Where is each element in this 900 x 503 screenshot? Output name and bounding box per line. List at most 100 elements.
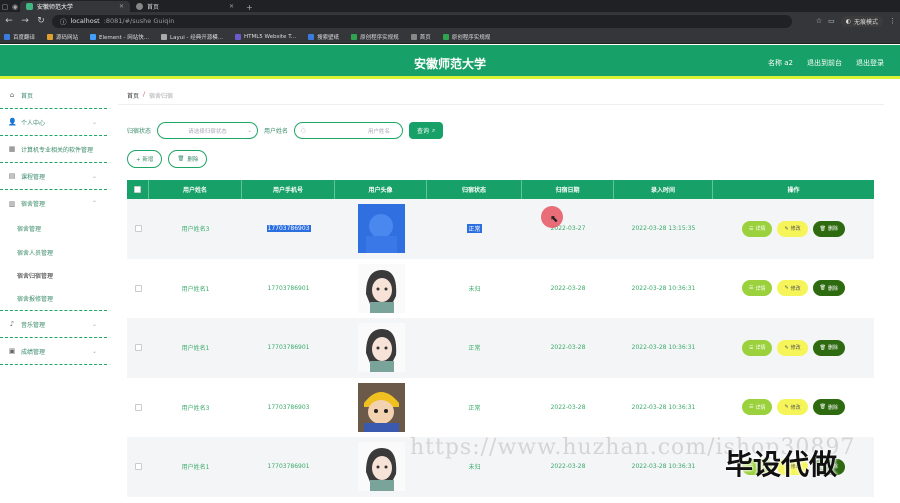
delete-button[interactable]: 🗑 删除	[812, 339, 846, 356]
query-button[interactable]: 查询 ⌕	[409, 122, 444, 139]
sidebar-subitem-dorm-members[interactable]: 宿舍人员管理	[0, 241, 107, 265]
cell-status: 正常	[427, 378, 522, 438]
incognito-badge[interactable]: ◐ 无痕模式	[840, 15, 883, 27]
table-row[interactable]: 用户姓名1 17703786901 未归 2022-03-28 2022-03-28 1…	[127, 258, 874, 319]
column-header: 用户头像	[335, 180, 427, 199]
created-time-text: 2022-03-28 10:36:31	[631, 463, 696, 471]
select-all-checkbox[interactable]	[134, 186, 141, 193]
sidebar-subitem-dorm-return[interactable]: 宿舍归宿管理	[0, 264, 107, 288]
detail-button[interactable]: ☰ 详情	[741, 280, 773, 297]
sidebar-item-dorm[interactable]: ▥ 宿舍管理 ⌃	[0, 190, 107, 217]
bookmark-item[interactable]: 百度翻译	[4, 33, 35, 41]
edit-button[interactable]: ✎ 修改	[777, 280, 808, 297]
edit-button[interactable]: ✎ 修改	[777, 220, 808, 237]
delete-button-label: 删除	[828, 226, 839, 233]
created-time-text: 2022-03-28 13:15:35	[631, 225, 696, 233]
star-icon[interactable]: ☆	[816, 17, 822, 25]
delete-button[interactable]: 🗑 删除	[812, 220, 846, 237]
reload-icon[interactable]: ↻	[36, 16, 46, 26]
browser-tab[interactable]: 首页 ✕	[130, 1, 240, 12]
user-phone-text: 17703786901	[267, 463, 310, 471]
row-checkbox[interactable]	[134, 463, 142, 471]
cell-avatar	[335, 378, 427, 438]
sidebar-item-profile[interactable]: 👤 个人中心 ⌄	[0, 109, 107, 136]
add-button[interactable]: + 新增	[127, 150, 163, 168]
bookmark-label: 百度翻译	[13, 34, 36, 41]
table-row[interactable]: 用户姓名3 17703786903 正常 2022-03-28 2022-03-28 1…	[127, 377, 874, 438]
bookmark-item[interactable]: 首页	[410, 33, 431, 41]
grid-icon: ▦	[8, 145, 16, 153]
sidebar-item-home[interactable]: ⌂ 首页	[0, 82, 107, 109]
status-select[interactable]: 请选择归宿状态 ⌄	[157, 122, 259, 139]
close-tab-icon[interactable]: ✕	[229, 3, 234, 10]
detail-button[interactable]: ☰ 详情	[741, 399, 773, 416]
row-checkbox[interactable]	[134, 403, 142, 411]
logout-link[interactable]: 退出登录	[856, 58, 884, 68]
bookmark-item[interactable]: 原创程序实规规	[442, 33, 490, 41]
breadcrumb-current: 宿舍归宿	[149, 93, 174, 100]
table-header: 用户姓名 用户手机号 用户头像 归宿状态 归宿日期 录入时间 操作	[127, 180, 874, 199]
table-row[interactable]: 用户姓名1 17703786901 正常 2022-03-28 2022-03-28 1…	[127, 318, 874, 378]
cell-date: 2022-03-27	[522, 199, 614, 259]
delete-button[interactable]: 🗑 删除	[812, 399, 846, 416]
close-tab-icon[interactable]: ✕	[119, 3, 124, 10]
forward-icon[interactable]: →	[20, 16, 30, 26]
return-date-text: 2022-03-28	[550, 463, 586, 471]
bookmark-item[interactable]: 原创程序实规规	[351, 33, 399, 41]
sidebar-item-music[interactable]: ♪ 音乐管理 ⌄	[0, 311, 107, 338]
tab-search-icon[interactable]: ▢	[0, 2, 10, 12]
add-button-label: + 新增	[136, 157, 154, 163]
user-phone-text: 17703786903	[267, 403, 310, 411]
browser-tab-active[interactable]: 安徽师范大学 ✕	[20, 1, 130, 12]
cell-name: 用户姓名1	[149, 318, 242, 378]
bookmark-icon	[410, 33, 417, 40]
row-checkbox-cell	[127, 437, 149, 497]
breadcrumb-home[interactable]: 首页	[127, 91, 139, 100]
search-icon: ⌕	[432, 126, 436, 134]
pencil-icon: ✎	[784, 285, 789, 292]
chevron-down-icon: ⌄	[91, 118, 97, 126]
back-icon[interactable]: ←	[4, 16, 14, 26]
name-search-input[interactable]: ○ 用户姓名	[294, 122, 404, 139]
sidebar-item-course[interactable]: ▤ 课程管理 ⌄	[0, 163, 107, 190]
back-to-front-link[interactable]: 退出到前台	[807, 58, 842, 68]
edit-button[interactable]: ✎ 修改	[777, 399, 808, 416]
new-tab-icon[interactable]: +	[240, 3, 259, 12]
user-phone-text: 17703786903	[266, 225, 311, 233]
edit-button[interactable]: ✎ 修改	[777, 339, 808, 356]
bookmark-item[interactable]: 源码网站	[47, 33, 78, 41]
sidebar-item-score[interactable]: ▣ 成绩管理 ⌄	[0, 338, 107, 365]
sidebar-item-label: 个人中心	[21, 119, 46, 127]
action-toolbar: + 新增 🗑 删除	[127, 150, 208, 168]
bookmark-icon	[234, 33, 241, 40]
user-phone-text: 17703786901	[267, 284, 310, 292]
bookmark-item[interactable]: Element - 网站快...	[90, 33, 149, 41]
bookmark-item[interactable]: HTML5 Website T...	[234, 33, 296, 40]
detail-button[interactable]: ☰ 详情	[741, 220, 773, 237]
window-icon[interactable]: ▭	[828, 17, 835, 25]
row-checkbox[interactable]	[134, 284, 142, 292]
sidebar-subitem-dorm[interactable]: 宿舍管理	[0, 217, 107, 241]
cell-status: 正常	[427, 199, 522, 259]
bookmark-item[interactable]: Layui - 经典开源模...	[161, 33, 223, 41]
table-row[interactable]: 用户姓名3 17703786903 正常 2022-03-27 2022-03-28 1…	[127, 199, 874, 259]
delete-button[interactable]: 🗑 删除	[812, 280, 846, 297]
tab-menu-icon[interactable]: ◉	[10, 2, 20, 12]
cell-phone: 17703786901	[242, 437, 335, 497]
detail-button[interactable]: ☰ 详情	[741, 339, 773, 356]
row-checkbox[interactable]	[134, 344, 142, 352]
cell-phone: 17703786903	[242, 378, 335, 438]
url-path: :8081/#/sushe Guiqin	[103, 17, 175, 25]
breadcrumb-separator: /	[143, 91, 146, 98]
sidebar-subitem-dorm-repair[interactable]: 宿舍报修管理	[0, 288, 107, 311]
url-input[interactable]: ⓘ localhost:8081/#/sushe Guiqin	[52, 14, 792, 28]
cell-status: 未归	[427, 259, 522, 319]
bookmark-label: Element - 网站快...	[99, 34, 150, 41]
batch-delete-button[interactable]: 🗑 删除	[168, 150, 208, 168]
row-checkbox[interactable]	[134, 225, 142, 233]
more-icon[interactable]: ⋮	[889, 17, 896, 25]
sidebar-item-software[interactable]: ▦ 计算机专业相关的软件管理	[0, 136, 107, 163]
bookmark-item[interactable]: 搜索壁纸	[308, 33, 339, 41]
cell-phone: 17703786901	[242, 318, 335, 378]
breadcrumb: 首页 / 宿舍归宿	[127, 91, 173, 100]
